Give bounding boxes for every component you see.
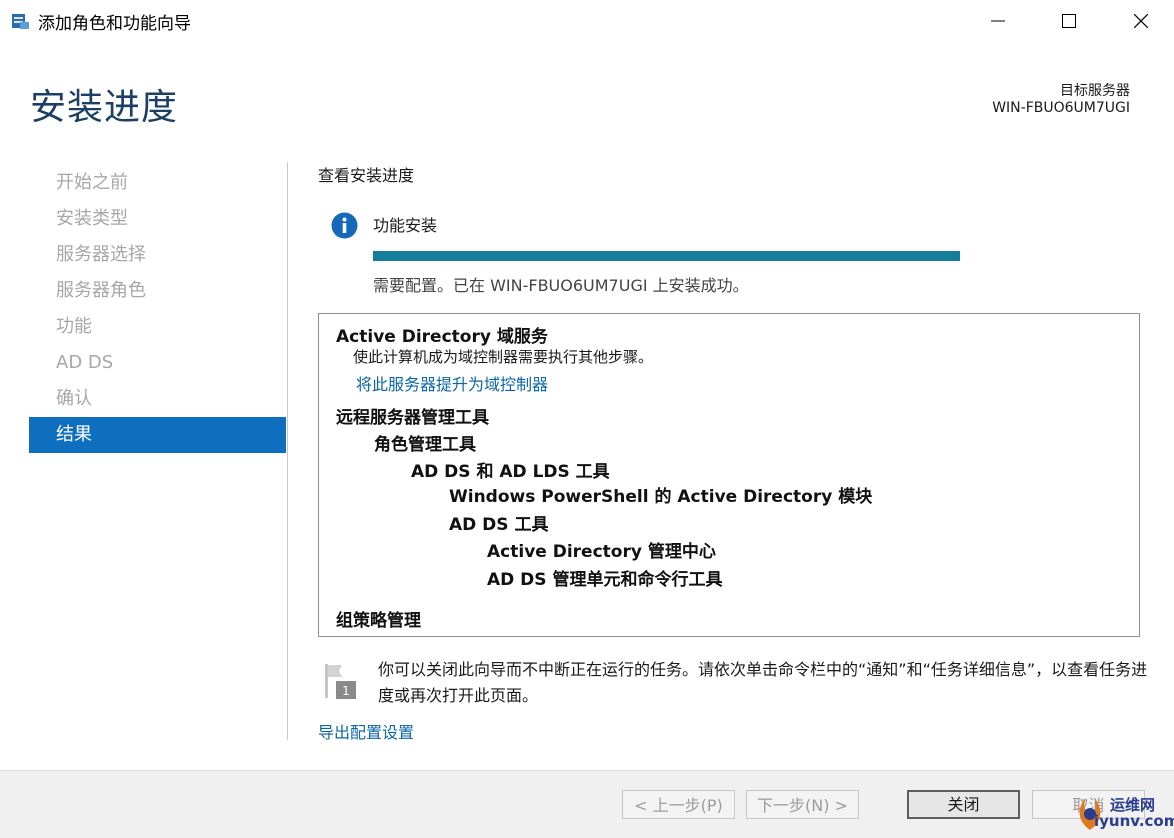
minimize-button[interactable]: [975, 0, 1021, 42]
server-manager-icon: [12, 14, 29, 29]
feature-installation-label: 功能安装: [373, 216, 438, 235]
export-configuration-link[interactable]: 导出配置设置: [318, 719, 414, 743]
previous-button[interactable]: < 上一步(P): [622, 790, 735, 819]
result-group-policy-mgmt: 组策略管理: [336, 611, 421, 631]
result-ad-ds-description: 使此计算机成为域控制器需要执行其他步骤。: [353, 348, 654, 366]
target-server-label: 目标服务器: [1060, 83, 1130, 99]
section-heading: 查看安装进度: [318, 166, 415, 185]
window-title: 添加角色和功能向导: [38, 14, 191, 34]
nav-item-results[interactable]: 结果: [29, 417, 286, 453]
result-role-admin-tools: 角色管理工具: [374, 435, 476, 455]
site-watermark: 运维网 iyunv.com: [1072, 792, 1174, 834]
result-ad-ds-title: Active Directory 域服务: [336, 327, 548, 347]
page-title: 安装进度: [30, 87, 179, 128]
title-bar: 添加角色和功能向导: [0, 0, 1174, 42]
nav-item-before-you-begin[interactable]: 开始之前: [29, 165, 286, 201]
nav-item-ad-ds[interactable]: AD DS: [29, 345, 286, 381]
minimize-icon: [991, 20, 1005, 22]
watermark-url: iyunv.com: [1094, 812, 1174, 830]
vertical-divider: [287, 162, 288, 740]
results-panel: Active Directory 域服务 使此计算机成为域控制器需要执行其他步骤…: [318, 313, 1140, 637]
close-window-button[interactable]: [1118, 0, 1164, 42]
nav-item-server-selection[interactable]: 服务器选择: [29, 237, 286, 273]
notification-flag-icon: 1: [325, 664, 356, 699]
progress-fill: [373, 251, 960, 261]
nav-item-server-roles[interactable]: 服务器角色: [29, 273, 286, 309]
target-server-name: WIN-FBUO6UM7UGI: [992, 100, 1130, 116]
result-ad-admin-center: Active Directory 管理中心: [487, 542, 716, 562]
result-powershell-module: Windows PowerShell 的 Active Directory 模块: [449, 487, 873, 507]
installation-status: 需要配置。已在 WIN-FBUO6UM7UGI 上安装成功。: [373, 276, 749, 295]
nav-item-confirmation[interactable]: 确认: [29, 381, 286, 417]
result-adds-tools: AD DS 工具: [449, 515, 549, 535]
maximize-button[interactable]: [1046, 0, 1092, 42]
installation-progress-bar: [373, 251, 960, 261]
info-icon: [331, 212, 358, 239]
promote-to-dc-link[interactable]: 将此服务器提升为域控制器: [356, 371, 548, 395]
close-button[interactable]: 关闭: [907, 790, 1020, 819]
result-adds-adlds-tools: AD DS 和 AD LDS 工具: [411, 462, 610, 482]
svg-text:1: 1: [342, 684, 350, 698]
close-wizard-note: 你可以关闭此向导而不中断正在运行的任务。请依次单击命令栏中的“通知”和“任务详细…: [378, 660, 1148, 705]
wizard-steps-nav: 开始之前 安装类型 服务器选择 服务器角色 功能 AD DS 确认 结果: [29, 165, 286, 453]
maximize-icon: [1062, 14, 1076, 28]
close-icon: [1134, 14, 1148, 28]
next-button[interactable]: 下一步(N) >: [746, 790, 859, 819]
result-rsat: 远程服务器管理工具: [336, 408, 489, 428]
nav-item-installation-type[interactable]: 安装类型: [29, 201, 286, 237]
result-snapins-cmdline: AD DS 管理单元和命令行工具: [487, 570, 723, 590]
nav-item-features[interactable]: 功能: [29, 309, 286, 345]
